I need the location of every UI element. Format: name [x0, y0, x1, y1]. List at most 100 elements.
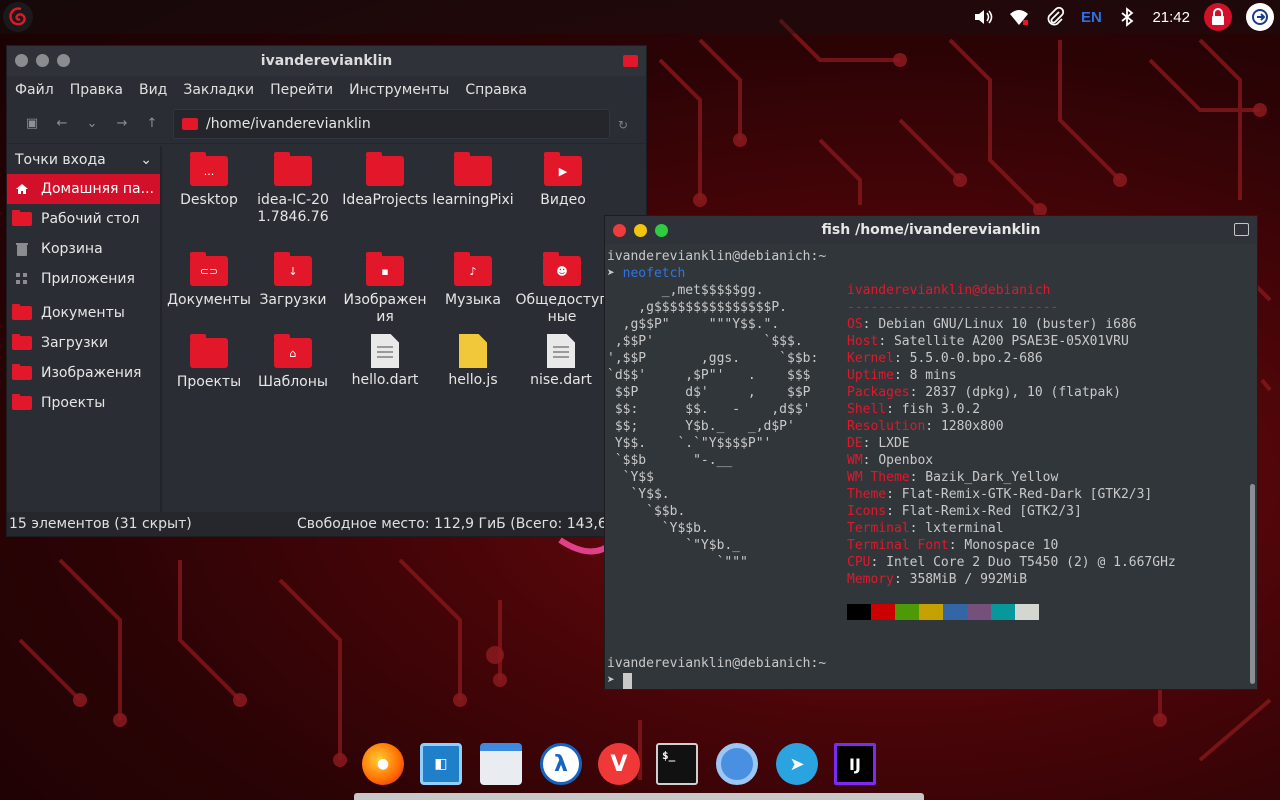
menu-tools[interactable]: Инструменты [341, 82, 457, 98]
info-row: Host: Satellite A200 PSAE3E-05X01VRU [847, 334, 1129, 349]
close-window-button[interactable] [15, 54, 28, 67]
new-tab-icon[interactable]: ▣ [17, 109, 47, 139]
lock-screen-button[interactable] [1204, 3, 1232, 31]
desktop-folder-icon: ... [190, 152, 228, 186]
menu-file[interactable]: Файл [7, 82, 62, 98]
menu-bookmarks[interactable]: Закладки [175, 82, 262, 98]
file-item-documents[interactable]: ⊂⊃ Документы [165, 252, 253, 309]
file-item-video[interactable]: ▶ Видео [519, 152, 607, 209]
file-item-nise-dart[interactable]: nise.dart [517, 334, 605, 389]
menu-edit[interactable]: Правка [62, 82, 131, 98]
ascii-line: `$$b "-.__ [607, 453, 733, 468]
sidebar-item-documents[interactable]: Документы [7, 298, 160, 328]
wifi-icon[interactable] [1008, 6, 1030, 28]
file-item-projects[interactable]: Проекты [165, 334, 253, 391]
prompt-line: ivanderevianklin@debianich:~ [607, 249, 827, 264]
file-item-label: idea-IC-201.7846.76 [257, 192, 329, 225]
sidebar-item-label: Корзина [41, 241, 103, 257]
history-chevron-down-icon[interactable]: ⌄ [77, 109, 107, 139]
close-window-button[interactable] [613, 224, 626, 237]
file-manager-titlebar[interactable]: ivanderevianklin [7, 46, 646, 76]
file-item-hello-js[interactable]: hello.js [429, 334, 517, 389]
telegram-icon[interactable]: ➤ [776, 743, 818, 785]
volume-icon[interactable] [972, 6, 994, 28]
terminal-titlebar[interactable]: fish /home/ivanderevianklin [605, 216, 1257, 244]
file-item-learningpixi[interactable]: learningPixi [429, 152, 517, 209]
file-item-templates[interactable]: ⌂ Шаблоны [253, 334, 333, 391]
vivaldi-icon[interactable]: V [598, 743, 640, 785]
refresh-icon[interactable]: ↻ [618, 118, 628, 132]
bluetooth-icon[interactable] [1116, 6, 1138, 28]
file-item-idea[interactable]: idea-IC-201.7846.76 [253, 152, 333, 226]
info-row: Icons: Flat-Remix-Red [GTK2/3] [847, 504, 1082, 519]
chevron-down-icon: ⌄ [140, 152, 152, 168]
clock[interactable]: 21:42 [1152, 9, 1190, 26]
debian-menu-icon[interactable] [2, 1, 34, 33]
lambda-icon[interactable]: λ [540, 743, 582, 785]
file-item-public[interactable]: ☻ Общедоступные [515, 252, 609, 326]
sidebar-item-projects[interactable]: Проекты [7, 388, 160, 418]
info-label: Icons [847, 504, 887, 519]
chromium-icon[interactable] [716, 743, 758, 785]
forward-icon[interactable]: → [107, 109, 137, 139]
info-value: Openbox [878, 453, 934, 468]
ascii-line: `"Y$b._ [607, 538, 741, 553]
minimize-window-button[interactable] [36, 54, 49, 67]
color-swatch [967, 604, 991, 620]
info-label: Theme [847, 487, 887, 502]
public-folder-icon: ☻ [543, 252, 581, 286]
command-text: neofetch [622, 266, 686, 281]
terminal-scrollbar[interactable] [1250, 484, 1255, 684]
info-value: fish 3.0.2 [901, 402, 981, 417]
terminal-window[interactable]: fish /home/ivanderevianklin ivanderevian… [604, 215, 1258, 690]
file-item-music[interactable]: ♪ Музыка [429, 252, 517, 309]
color-swatch [847, 604, 871, 620]
status-bar: 15 элементов (31 скрыт) Свободное место:… [7, 512, 646, 536]
sidebar-item-label: Проекты [41, 395, 106, 411]
minimize-window-button[interactable] [634, 224, 647, 237]
sidebar-item-trash[interactable]: Корзина [7, 234, 160, 264]
sidebar-item-desktop[interactable]: Рабочий стол [7, 204, 160, 234]
file-item-desktop[interactable]: ... Desktop [165, 152, 253, 209]
logout-button[interactable] [1246, 3, 1274, 31]
info-label: WM [847, 453, 863, 468]
home-icon [182, 118, 198, 130]
color-swatch [871, 604, 895, 620]
back-icon[interactable]: ← [47, 109, 77, 139]
info-row: Resolution: 1280x800 [847, 419, 1004, 434]
paperclip-icon[interactable] [1044, 6, 1066, 28]
documents-folder-icon: ⊂⊃ [190, 252, 228, 286]
sidebar-item-pictures[interactable]: Изображения [7, 358, 160, 388]
firefox-icon[interactable]: ● [362, 743, 404, 785]
apps-grid-icon [11, 272, 33, 286]
intellij-icon[interactable]: IJ [834, 743, 876, 785]
keyboard-layout-indicator[interactable]: EN [1080, 6, 1102, 28]
file-item-ideaprojects[interactable]: IdeaProjects [341, 152, 429, 209]
maximize-window-button[interactable] [655, 224, 668, 237]
info-value: 358MiB / 992MiB [909, 572, 1028, 587]
color-swatch [1015, 604, 1039, 620]
file-item-hello-dart[interactable]: hello.dart [341, 334, 429, 389]
ascii-line: ,g$$$$$$$$$$$$$$$P. [607, 300, 788, 315]
status-item-count: 15 элементов (31 скрыт) [9, 516, 192, 532]
sidebar-header[interactable]: Точки входа ⌄ [7, 146, 160, 174]
sidebar-splitter[interactable] [160, 146, 162, 516]
location-bar[interactable]: /home/ivanderevianklin [173, 109, 610, 139]
mintstick-icon[interactable]: ◧ [420, 743, 462, 785]
menu-go[interactable]: Перейти [262, 82, 341, 98]
terminal-icon[interactable]: $_ [656, 743, 698, 785]
info-row: Memory: 358MiB / 992MiB [847, 572, 1028, 587]
file-manager-icon[interactable] [480, 743, 522, 785]
sidebar-item-label: Рабочий стол [41, 211, 140, 227]
menu-help[interactable]: Справка [457, 82, 535, 98]
up-icon[interactable]: ↑ [137, 109, 167, 139]
sidebar-item-downloads[interactable]: Загрузки [7, 328, 160, 358]
sidebar-item-applications[interactable]: Приложения [7, 264, 160, 294]
sidebar-item-home[interactable]: Домашняя па... [7, 174, 160, 204]
menu-view[interactable]: Вид [131, 82, 175, 98]
file-item-label: Изображения [343, 292, 427, 325]
file-item-label: hello.dart [351, 372, 419, 388]
maximize-window-button[interactable] [57, 54, 70, 67]
file-item-pictures[interactable]: ▪ Изображения [341, 252, 429, 326]
file-item-downloads[interactable]: ↓ Загрузки [253, 252, 333, 309]
